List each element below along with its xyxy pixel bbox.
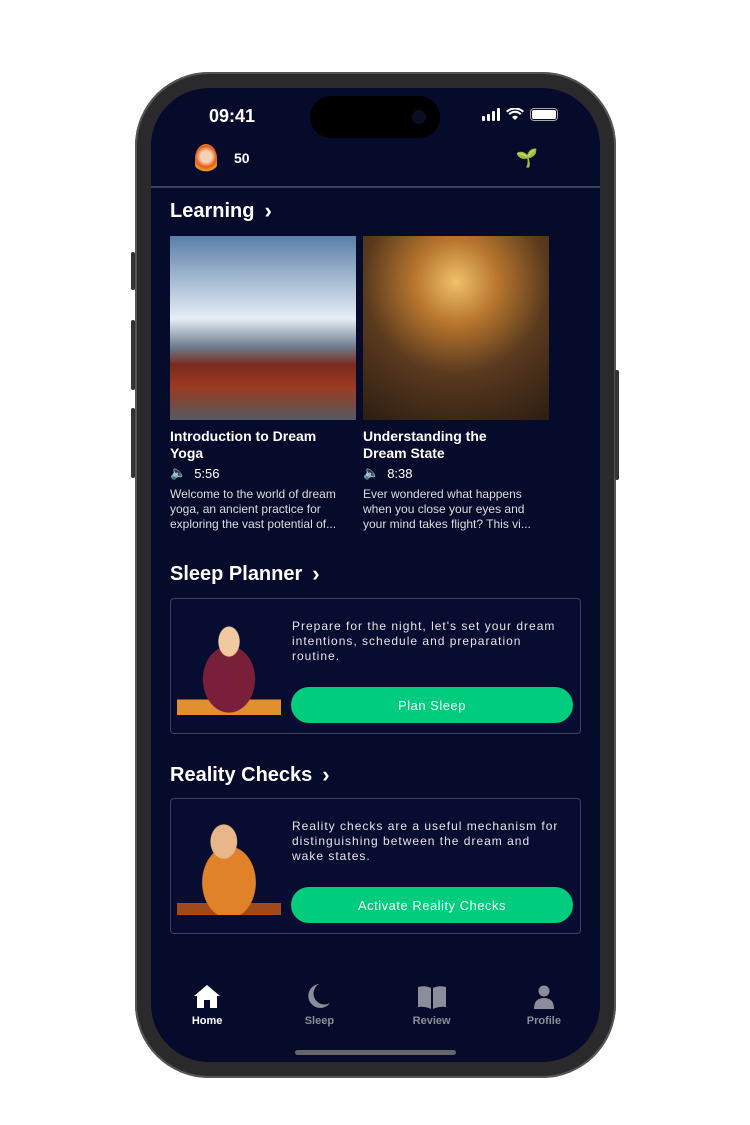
streak-count: 50 [234, 150, 250, 166]
phone-side-button [131, 320, 135, 390]
home-indicator[interactable] [295, 1050, 456, 1055]
sleep-planner-section-header[interactable]: Sleep Planner › [170, 561, 320, 587]
reading-monk-illustration [177, 613, 281, 715]
card-description: Welcome to the world of dream yoga, an a… [170, 487, 337, 531]
top-bar: 50 🌱 [151, 140, 600, 188]
card-description: Ever wondered what happens when you clos… [363, 487, 531, 531]
reality-checks-title: Reality Checks [170, 763, 313, 786]
sleep-planner-text: Prepare for the night, let's set your dr… [292, 619, 556, 663]
card-duration: 5:56 [194, 465, 220, 481]
fire-monk-avatar-icon[interactable] [195, 144, 217, 172]
reality-checks-text: Reality checks are a useful mechanism fo… [292, 819, 559, 863]
sprout-icon[interactable]: 🌱 [516, 148, 538, 169]
status-time: 09:41 [209, 106, 256, 126]
tab-label: Sleep [304, 1015, 335, 1027]
speaker-icon: 🔈 [363, 465, 380, 480]
plan-sleep-button[interactable]: Plan Sleep [291, 687, 573, 723]
battery-icon [530, 108, 558, 121]
app-screen: 09:41 50 🌱 Learning › Introduction to Dre… [151, 88, 600, 1062]
phone-side-button [131, 408, 135, 478]
tab-label: Profile [526, 1015, 561, 1027]
wifi-icon [506, 108, 524, 120]
tab-sleep[interactable]: Sleep [263, 983, 375, 1027]
book-icon [417, 986, 446, 1009]
tab-label: Review [412, 1015, 451, 1027]
tab-home[interactable]: Home [151, 983, 263, 1027]
moon-icon [308, 984, 331, 1008]
sleep-planner-card: Prepare for the night, let's set your dr… [170, 598, 581, 734]
learning-section-header[interactable]: Learning › [170, 198, 272, 224]
phone-side-button [615, 370, 619, 480]
reality-checks-section-header[interactable]: Reality Checks › [170, 762, 330, 788]
meditation-temple-image [363, 236, 549, 420]
tab-review[interactable]: Review [376, 983, 488, 1027]
reality-checks-card: Reality checks are a useful mechanism fo… [170, 798, 581, 934]
activate-reality-checks-button[interactable]: Activate Reality Checks [291, 887, 573, 923]
chevron-right-icon: › [322, 762, 330, 787]
learning-card[interactable]: Introduction to Dream Yoga 🔈 5:56 Welcome… [170, 236, 356, 532]
glasses-monk-illustration [177, 813, 281, 915]
dynamic-island [310, 96, 440, 138]
learning-title: Learning [170, 199, 255, 222]
chevron-right-icon: › [264, 198, 272, 223]
learning-card[interactable]: Understanding the Dream State 🔈 8:38 Ever… [363, 236, 549, 532]
monk-mountain-image [170, 236, 356, 420]
phone-side-button [131, 252, 135, 290]
home-icon [194, 985, 221, 1008]
person-icon [533, 985, 554, 1009]
status-icons [482, 108, 558, 121]
card-duration: 8:38 [387, 465, 413, 481]
card-title: Introduction to Dream Yoga [170, 428, 317, 461]
tab-label: Home [191, 1015, 223, 1027]
tab-profile[interactable]: Profile [488, 983, 600, 1027]
chevron-right-icon: › [312, 561, 320, 586]
tab-bar: Home Sleep Review Profile [151, 983, 600, 1027]
card-title: Understanding the Dream State [363, 428, 487, 461]
speaker-icon: 🔈 [170, 465, 187, 480]
sleep-planner-title: Sleep Planner [170, 562, 303, 585]
signal-icon [482, 108, 500, 121]
